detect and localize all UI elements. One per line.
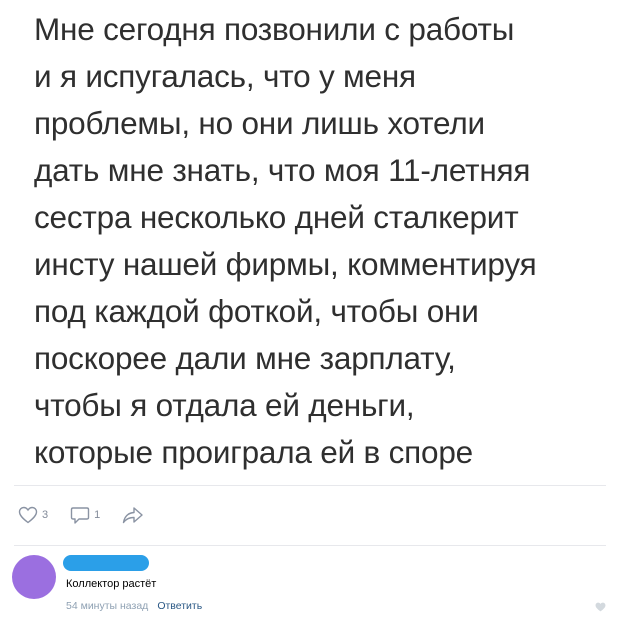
- post-divider: [14, 485, 606, 486]
- comment-like-button[interactable]: [595, 599, 606, 617]
- comment-meta: 54 минуты назад Ответить: [66, 600, 202, 612]
- comments-divider: [14, 545, 606, 546]
- comment-count: 1: [94, 509, 101, 521]
- post-text-line: инсту нашей фирмы, комментируя: [34, 246, 537, 282]
- post-text-line: которые проиграла ей в споре: [34, 434, 473, 470]
- post-text-line: дать мне знать, что моя 11-летняя: [34, 152, 531, 188]
- post-text-line: и я испугалась, что у меня: [34, 58, 416, 94]
- heart-icon: [595, 599, 606, 616]
- comment-bubble-icon: [70, 506, 90, 525]
- share-button[interactable]: [122, 506, 144, 524]
- post-text-line: проблемы, но они лишь хотели: [34, 105, 485, 141]
- post-text-line: сестра несколько дней сталкерит: [34, 199, 519, 235]
- heart-outline-icon: [18, 506, 38, 524]
- like-count: 3: [42, 509, 49, 521]
- comment-text: Коллектор растёт: [66, 578, 157, 590]
- post-text-line: Мне сегодня позвонили с работы: [34, 11, 515, 47]
- reply-link[interactable]: Ответить: [157, 600, 202, 612]
- avatar[interactable]: [12, 555, 56, 599]
- post-text-line: поскорее дали мне зарплату,: [34, 340, 456, 376]
- comment-timestamp[interactable]: 54 минуты назад: [66, 600, 148, 612]
- redacted-author-name[interactable]: [63, 555, 149, 571]
- post-actions: 3 1: [18, 500, 166, 530]
- post-text: Мне сегодня позвонили с работы и я испуг…: [34, 6, 604, 476]
- like-button[interactable]: 3: [18, 506, 48, 524]
- comment-item: Коллектор растёт 54 минуты назад Ответит…: [12, 553, 608, 613]
- share-arrow-icon: [122, 506, 144, 524]
- comment-button[interactable]: 1: [70, 506, 100, 525]
- post-text-line: чтобы я отдала ей деньги,: [34, 387, 415, 423]
- post-text-line: под каждой фоткой, чтобы они: [34, 293, 479, 329]
